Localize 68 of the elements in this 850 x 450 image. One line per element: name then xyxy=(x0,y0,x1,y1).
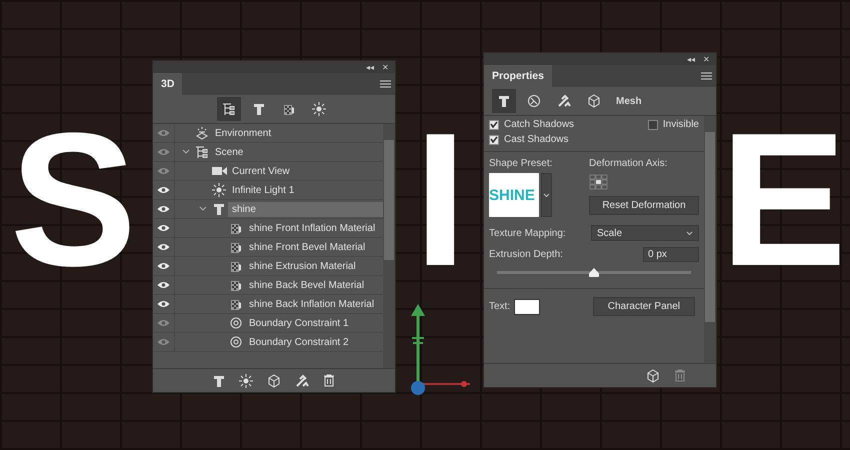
scrollbar[interactable] xyxy=(383,124,395,368)
layer-label[interactable]: shine Back Inflation Material xyxy=(245,296,383,312)
field-label: Extrusion Depth: xyxy=(489,249,563,260)
canvas-letter: I xyxy=(414,105,467,295)
collapse-button[interactable]: ◂◂ xyxy=(366,62,374,72)
scrollbar[interactable] xyxy=(704,116,716,363)
light-icon xyxy=(212,183,226,197)
field-label: Text: xyxy=(489,301,510,312)
close-button[interactable]: ✕ xyxy=(382,62,389,72)
layer-label[interactable]: shine Back Bevel Material xyxy=(245,278,383,292)
layer-label[interactable]: Boundary Constraint 2 xyxy=(245,334,383,350)
checkbox[interactable]: Catch Shadows xyxy=(489,119,574,130)
camera-icon xyxy=(212,166,226,176)
canvas-letter: S xyxy=(10,105,137,295)
texture-mapping-select[interactable]: Scale xyxy=(591,225,699,241)
menu-icon[interactable] xyxy=(380,80,391,88)
material-icon xyxy=(230,240,242,254)
collapse-button[interactable]: ◂◂ xyxy=(687,54,695,64)
slider-thumb[interactable] xyxy=(589,268,599,277)
character-panel-button[interactable]: Character Panel xyxy=(592,297,695,316)
layer-label[interactable]: Environment xyxy=(211,126,383,140)
constraint-icon xyxy=(230,336,242,348)
close-button[interactable]: ✕ xyxy=(703,54,710,64)
layer-label[interactable]: shine Front Inflation Material xyxy=(245,220,383,236)
extrusion-depth-input[interactable]: 0 px xyxy=(643,247,699,262)
scene-icon xyxy=(222,102,236,116)
layer-label[interactable]: Scene xyxy=(211,144,383,160)
material-icon xyxy=(230,278,242,292)
panel-tab[interactable]: Properties xyxy=(484,65,552,87)
material-icon xyxy=(283,102,295,116)
trash-icon xyxy=(323,374,335,387)
chevron-icon xyxy=(543,192,550,198)
mode-title: Mesh xyxy=(616,96,642,106)
material-icon xyxy=(230,221,242,235)
field-label: Deformation Axis: xyxy=(589,158,668,169)
filter-button[interactable] xyxy=(217,97,241,121)
chevron-icon[interactable] xyxy=(199,206,207,212)
field-label: Texture Mapping: xyxy=(489,228,566,238)
layer-label[interactable]: shine xyxy=(228,202,383,216)
panel-tab[interactable]: 3D xyxy=(153,73,182,95)
checkbox[interactable]: Invisible xyxy=(648,119,699,130)
mesh-icon xyxy=(213,202,225,216)
layer-label[interactable]: Boundary Constraint 1 xyxy=(245,316,383,330)
environment-icon xyxy=(195,126,209,140)
trash-icon xyxy=(674,369,686,382)
light-icon xyxy=(312,102,326,116)
mesh-icon xyxy=(498,94,510,108)
text-color-swatch[interactable] xyxy=(514,298,540,314)
chevron-icon xyxy=(686,230,693,236)
mode-button[interactable] xyxy=(492,89,516,113)
checkbox[interactable]: Cast Shadows xyxy=(489,134,568,145)
axis-grid-icon xyxy=(589,174,609,191)
scene-icon xyxy=(195,146,209,158)
material-icon xyxy=(230,297,242,311)
menu-icon[interactable] xyxy=(701,72,712,80)
layer-label[interactable]: Current View xyxy=(228,164,383,178)
canvas-letter: E xyxy=(720,105,847,295)
layer-label[interactable]: shine Front Bevel Material xyxy=(245,240,383,254)
chevron-icon[interactable] xyxy=(182,149,190,155)
layer-label[interactable]: Infinite Light 1 xyxy=(228,182,383,198)
constraint-icon xyxy=(230,317,242,329)
mesh-icon xyxy=(253,102,265,116)
light-icon xyxy=(239,374,253,388)
layer-label[interactable]: shine Extrusion Material xyxy=(245,258,383,274)
material-icon xyxy=(230,259,242,273)
field-label: Shape Preset: xyxy=(489,158,552,169)
reset-deformation-button[interactable]: Reset Deformation xyxy=(589,196,699,215)
mesh-icon xyxy=(213,374,225,388)
